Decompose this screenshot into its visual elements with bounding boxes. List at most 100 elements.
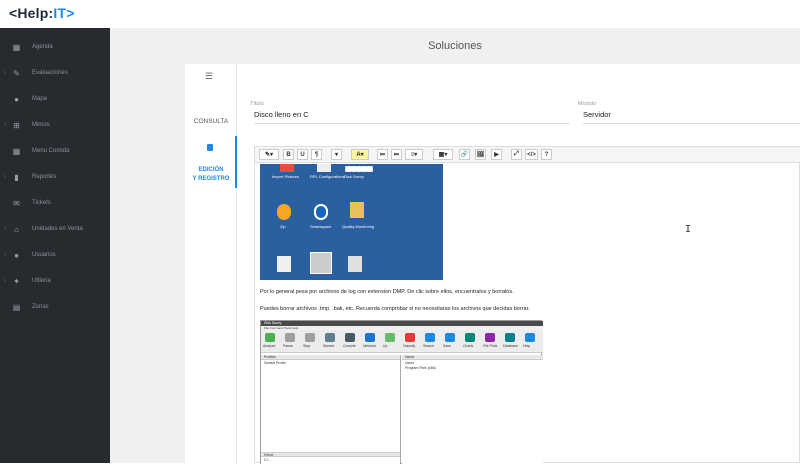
calendar-icon: ▦ [12, 42, 21, 52]
toolbar-button[interactable]: 🔗 [459, 149, 470, 160]
toolbar-button[interactable]: </> [525, 149, 538, 160]
sidebar-item[interactable]: › ✎ Evaluaciones [0, 60, 110, 86]
sidebar-item-label: Menu Comida [32, 148, 70, 154]
titulo-field[interactable]: Disco lleno en C [254, 108, 570, 124]
toolbar-button[interactable]: ≡▾ [405, 149, 423, 160]
home-row: C:\ [264, 458, 269, 462]
editor-content[interactable]: Import Pictures RPL Configurations Disk … [255, 163, 800, 464]
desktop-icon-label: Quality Monitoring [342, 224, 375, 229]
tab-panel: ☰ CONSULTA EDICIÓN Y REGISTRO [185, 64, 237, 463]
sidebar-item[interactable]: › ● Usuarios [0, 242, 110, 268]
tab-edicion-label: EDICIÓN [198, 167, 224, 173]
modulo-field[interactable]: Servidor [583, 108, 800, 124]
app-toolbar-icon [305, 333, 315, 342]
desktop-icon-label: Disk Savvy [344, 174, 364, 179]
desktop-icon-label: Import Pictures [272, 174, 299, 179]
top-bar: <Help:IT> [0, 0, 800, 28]
menu-icon[interactable]: ☰ [205, 71, 213, 82]
sidebar-item-label: Mapa [32, 96, 48, 102]
toolbar-button[interactable]: ¶ [311, 149, 322, 160]
desktop-screenshot-image: Import Pictures RPL Configurations Disk … [260, 164, 443, 280]
sidebar-item[interactable]: › ⌂ Unidades en Venta [0, 216, 110, 242]
sidebar-item[interactable]: › ▮ Reportes [0, 164, 110, 190]
toolbar-button[interactable]: 🖼 [475, 149, 486, 160]
toolbar-button[interactable]: ? [541, 149, 552, 160]
sidebar-item[interactable]: ▦ Agenda [0, 34, 110, 60]
app-toolbar-icon [285, 333, 295, 342]
toolbar-button[interactable]: A▾ [351, 149, 369, 160]
sidebar-item-label: Usuarios [32, 252, 56, 258]
chevron-right-icon: › [4, 252, 6, 258]
profiles-header: Profiles [261, 355, 400, 360]
document-icon [277, 256, 291, 272]
app-toolbar-label: Up [383, 344, 388, 348]
app-toolbar-icon [505, 333, 515, 342]
sidebar-item-label: Mimos [32, 122, 50, 128]
sidebar-item-label: Reportes [32, 174, 57, 180]
folder-icon [350, 202, 364, 218]
user-icon: ● [14, 250, 19, 260]
toolbar-button[interactable]: B [283, 149, 294, 160]
toolbar-button[interactable]: ≔ [391, 149, 402, 160]
sidebar: ▦ Agenda › ✎ Evaluaciones ● Mapa › ⊞ Mimos ▦ Menu C… [0, 28, 110, 463]
app-toolbar-label: File Plots [483, 344, 498, 348]
toolbar-button[interactable]: ▶ [491, 149, 502, 160]
app-icon [348, 256, 362, 272]
app-toolbar-icon [345, 333, 355, 342]
files-header: Name [402, 355, 543, 360]
tab-consulta[interactable]: CONSULTA [185, 118, 237, 125]
toolbar-button[interactable]: U [297, 149, 308, 160]
app-toolbar-label: Save [443, 344, 451, 348]
app-toolbar-icon [445, 333, 455, 342]
app-toolbar-label: Database [503, 344, 518, 348]
chevron-right-icon: › [4, 174, 6, 180]
edit-icon: ✎ [13, 68, 20, 78]
app-toolbar-icon [385, 333, 395, 342]
map-pin-icon [314, 204, 328, 220]
app-toolbar-icon [485, 333, 495, 342]
sidebar-item[interactable]: ▤ Zonas [0, 294, 110, 320]
page-title: Soluciones [428, 40, 482, 52]
rich-text-editor[interactable]: ✎▾ B U ¶ ▾ A▾ ≔ ≔ ≡▾ ▦▾ 🔗 🖼 ▶ ⤢ </>? Import Pictures R… [254, 146, 800, 464]
sidebar-item-label: Utileria [32, 278, 51, 284]
app-toolbar-label: Network [363, 344, 376, 348]
toolbar-button[interactable]: ≔ [377, 149, 388, 160]
tab-edicion-registro[interactable]: EDICIÓN Y REGISTRO [185, 136, 237, 188]
app-toolbar-label: Search [423, 344, 435, 348]
sidebar-item-label: Evaluaciones [32, 70, 68, 76]
editor-paragraph: Puedes borrar archivos .tmp, .bak, etc. … [260, 306, 530, 312]
sidebar-item[interactable]: ● Mapa [0, 86, 110, 112]
sidebar-item[interactable]: › ⊞ Mimos [0, 112, 110, 138]
app-toolbar-label: Help [523, 344, 531, 348]
app-logo[interactable]: <Help:IT> [9, 5, 75, 21]
sidebar-item[interactable]: ✉ Tickets [0, 190, 110, 216]
desktop-icon-label: RPL Configurations [310, 174, 345, 179]
toolbar-button[interactable]: ▦▾ [433, 149, 453, 160]
profile-row: Default Profile [264, 361, 286, 365]
toolbar-button[interactable]: ✎▾ [259, 149, 279, 160]
main-area: Soluciones ☰ CONSULTA EDICIÓN Y REGISTRO … [110, 28, 800, 464]
content-card: ☰ CONSULTA EDICIÓN Y REGISTRO Título Disc… [185, 64, 800, 464]
sidebar-item-label: Agenda [32, 44, 53, 50]
file-row: Program Files (x86) [405, 366, 436, 370]
sidebar-item[interactable]: ▦ Menu Comida [0, 138, 110, 164]
app-toolbar-label: Console [343, 344, 356, 348]
disk-savvy-screenshot-image: Disk Savvy File Command Tools Help Analy… [260, 320, 543, 464]
desktop-icon [280, 164, 294, 172]
toolbar-button[interactable]: ⤢ [511, 149, 522, 160]
editor-paragraph: Por lo general pesa por archivos de log … [260, 289, 514, 295]
chevron-right-icon: › [4, 226, 6, 232]
text-cursor-icon: I [685, 224, 692, 235]
desktop-icon-label: Smartspace [310, 224, 332, 229]
sidebar-item[interactable]: › ✦ Utileria [0, 268, 110, 294]
app-toolbar-icon [325, 333, 335, 342]
desktop-icon-label: Zip [280, 224, 286, 229]
app-toolbar-label: Stop [303, 344, 311, 348]
sidebar-item-label: Tickets [32, 200, 51, 206]
toolbar-button[interactable]: ▾ [331, 149, 342, 160]
app-toolbar-label: Charts [463, 344, 474, 348]
home-header: Home [261, 452, 400, 457]
modulo-label: Modulo [578, 101, 597, 107]
sidebar-item-label: Zonas [32, 304, 49, 310]
bar-chart-icon: ▮ [14, 172, 19, 182]
